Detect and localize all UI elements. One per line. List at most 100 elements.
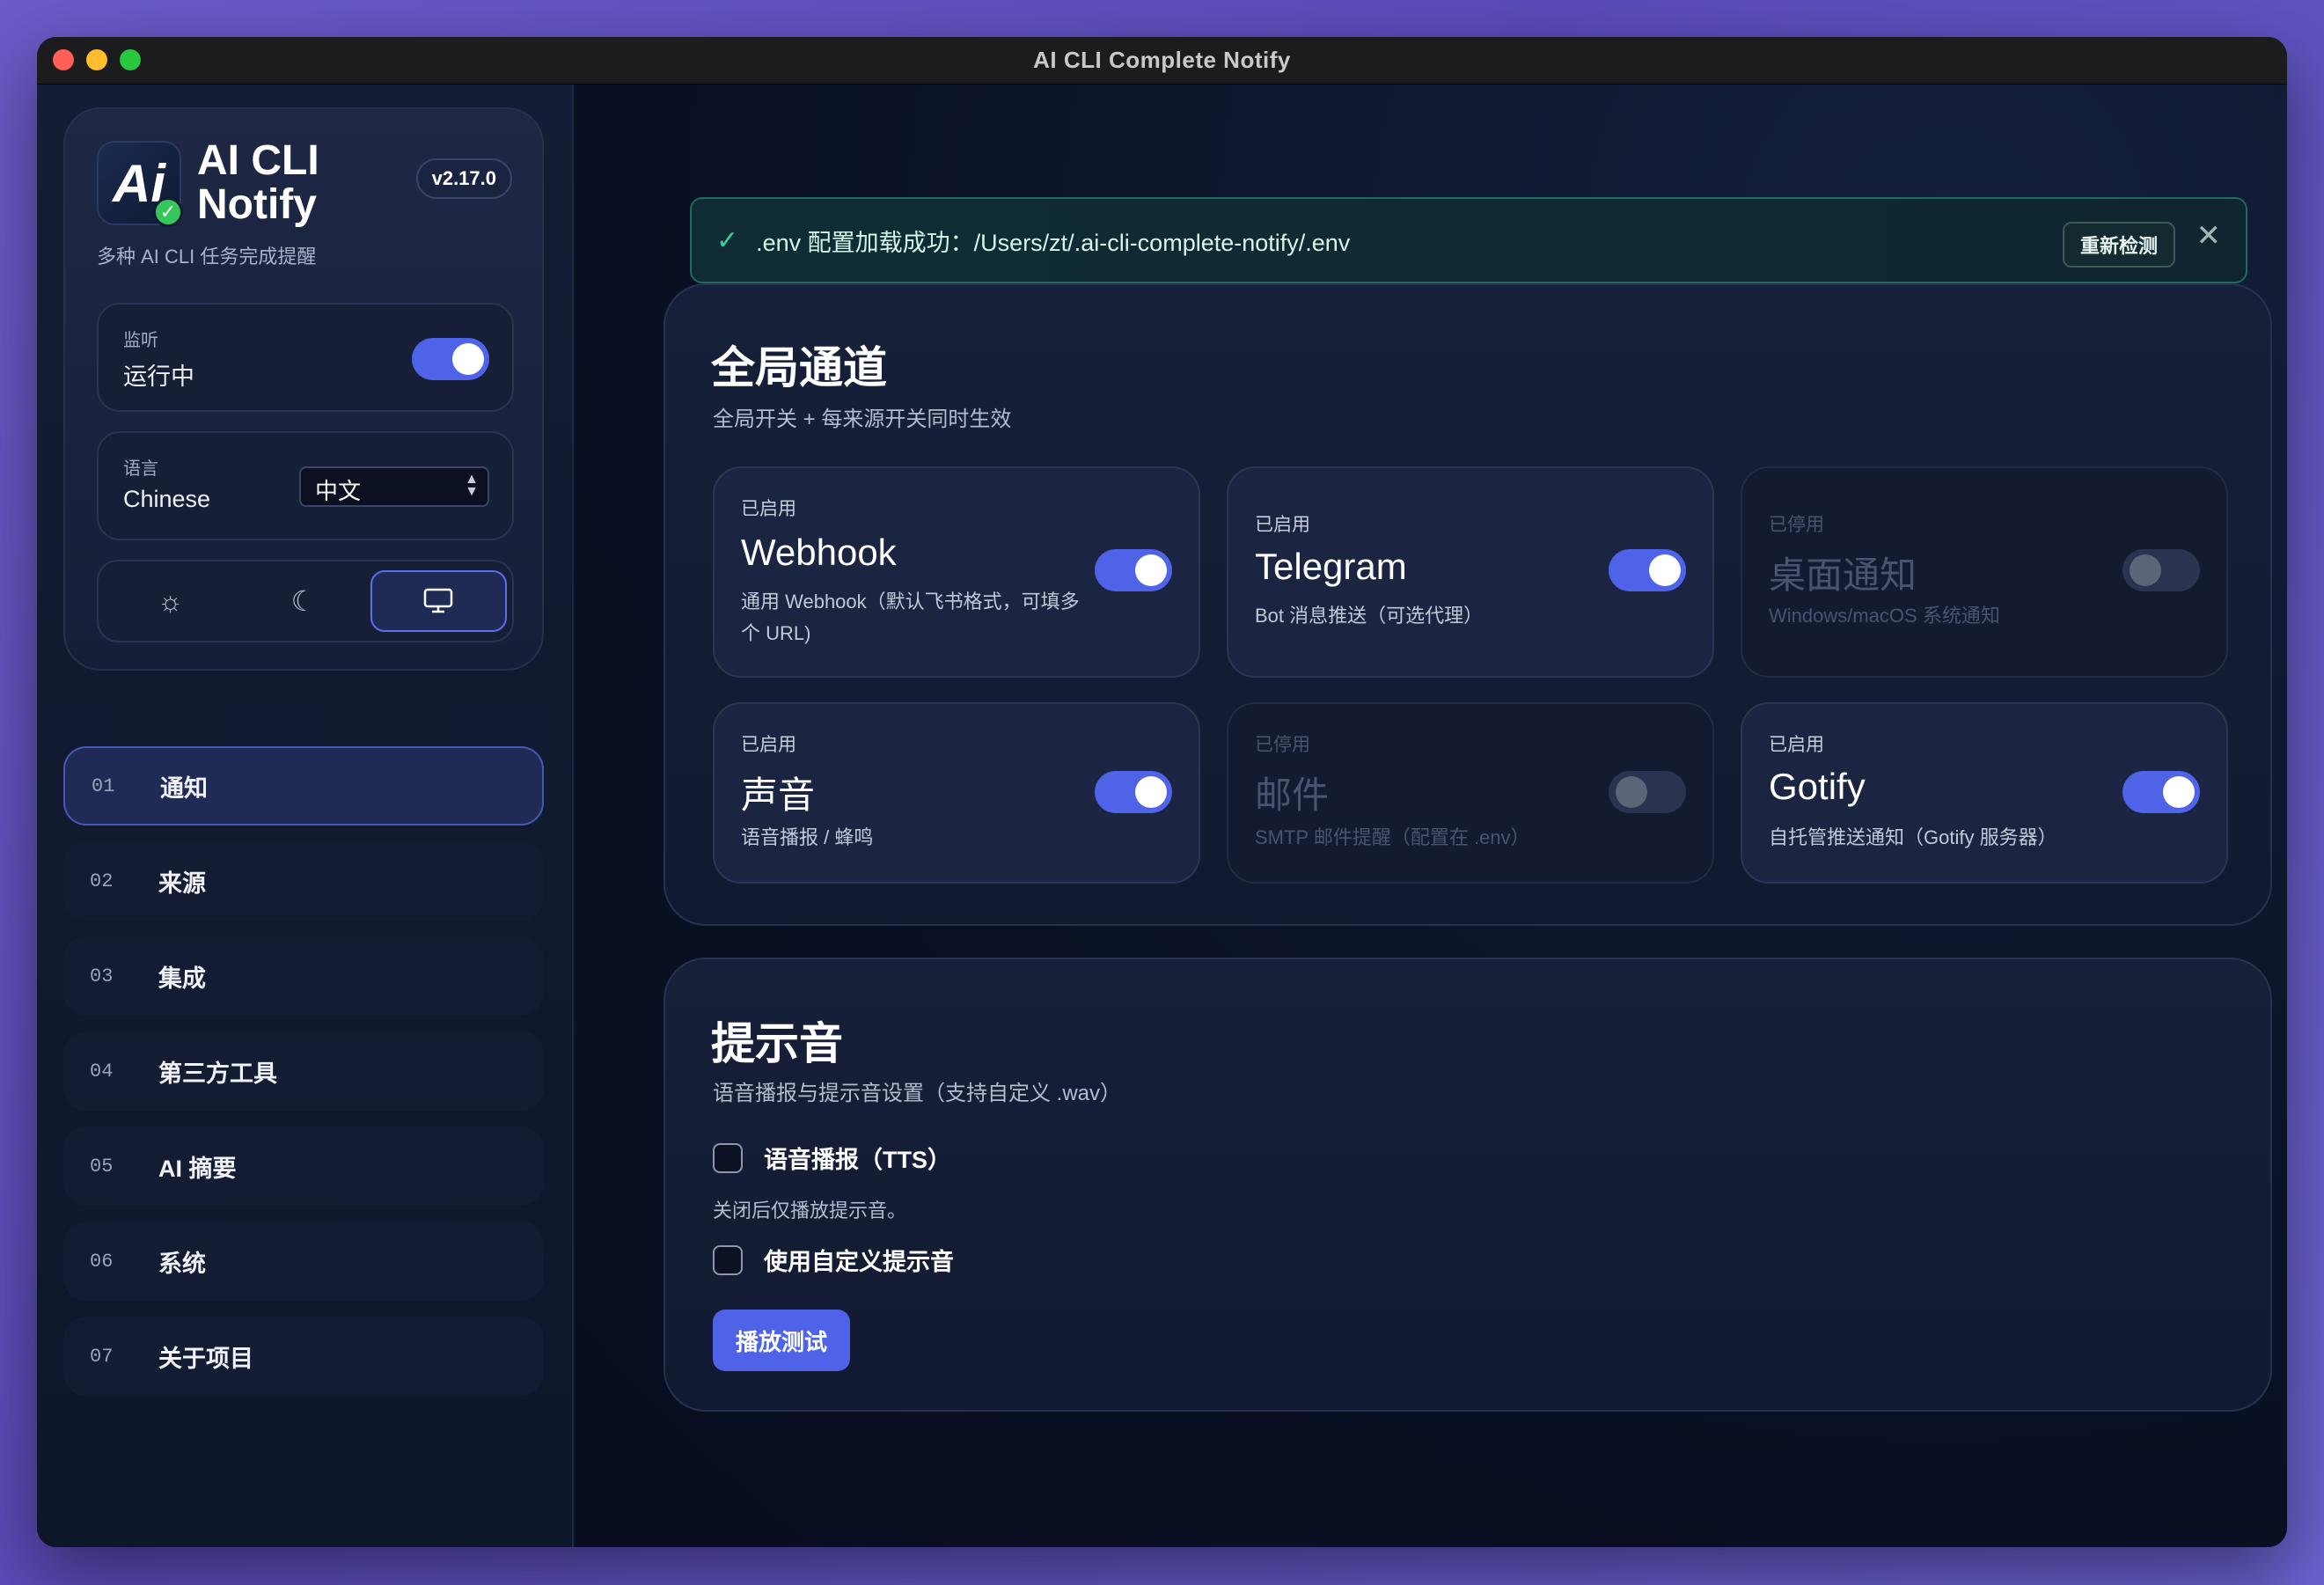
language-select[interactable]: 中文 ▲ ▼ [299,466,489,507]
custom-sound-checkbox[interactable] [713,1244,743,1275]
check-badge-icon: ✓ [153,197,183,227]
sound-toggle[interactable] [1095,771,1172,813]
channel-card-webhook: 已启用 Webhook 通用 Webhook（默认飞书格式，可填多个 URL) [713,466,1200,678]
language-box: 语言 Chinese 中文 ▲ ▼ [97,431,514,540]
channel-name: 邮件 [1255,774,1330,816]
channel-status: 已启用 [741,735,796,755]
nav-number: 05 [90,1155,114,1178]
close-icon[interactable]: ✕ [2196,218,2222,253]
recheck-button[interactable]: 重新检测 [2062,222,2175,268]
nav-item-integrations[interactable]: 03 集成 [63,936,544,1016]
channel-status: 已启用 [741,499,796,519]
channel-name: 声音 [741,774,816,816]
sound-title: 提示音 [711,1019,843,1068]
custom-sound-label: 使用自定义提示音 [764,1249,954,1275]
nav-number: 02 [90,870,114,892]
desktop-toggle[interactable] [2122,549,2200,591]
channel-status: 已启用 [1769,735,1824,755]
language-selected: 中文 [315,478,362,504]
nav-label: 第三方工具 [158,1060,277,1087]
nav-item-system[interactable]: 06 系统 [63,1222,544,1301]
channel-status: 已停用 [1769,515,1824,535]
channel-status: 已停用 [1255,735,1310,755]
toggle-knob [452,343,484,375]
nav-label: 系统 [158,1250,206,1277]
tts-checkbox[interactable] [713,1142,743,1173]
channel-status: 已启用 [1255,515,1310,535]
webhook-toggle[interactable] [1095,549,1172,591]
play-test-button[interactable]: 播放测试 [713,1310,851,1371]
sound-panel: 提示音 语音播报与提示音设置（支持自定义 .wav） 语音播报（TTS） 关闭后… [663,958,2272,1412]
language-value: Chinese [123,486,211,512]
tts-label: 语音播报（TTS） [764,1147,951,1173]
nav-number: 03 [90,965,114,987]
nav-label: AI 摘要 [158,1155,237,1182]
traffic-lights [53,49,141,70]
brand-subtitle: 多种 AI CLI 任务完成提醒 [97,246,317,268]
nav-number: 06 [90,1250,114,1273]
monitor-icon[interactable] [370,570,507,632]
nav-label: 通知 [160,774,208,802]
sidebar-nav: 01 通知 02 来源 03 集成 04 第三方工具 05 AI 摘要 06 系… [63,746,544,1412]
nav-label: 来源 [158,870,206,897]
tts-option[interactable]: 语音播报（TTS） [713,1141,951,1175]
nav-item-about[interactable]: 07 关于项目 [63,1317,544,1396]
window-title: AI CLI Complete Notify [1033,47,1291,73]
main-content: ✓ .env 配置加载成功：/Users/zt/.ai-cli-complete… [576,84,2287,1547]
sidebar: Ai ✓ AI CLI Notify v2.17.0 多种 AI CLI 任务完… [37,84,574,1547]
tts-hint: 关闭后仅播放提示音。 [713,1200,907,1222]
minimize-window-button[interactable] [86,49,107,70]
sound-subtitle: 语音播报与提示音设置（支持自定义 .wav） [713,1082,1122,1105]
global-channels-panel: 全局通道 全局开关 + 每来源开关同时生效 已启用 Webhook 通用 Web… [663,283,2272,926]
nav-item-third-party[interactable]: 04 第三方工具 [63,1031,544,1111]
toggle-knob [2163,776,2195,808]
nav-item-notify[interactable]: 01 通知 [63,746,544,826]
channel-name: Webhook [741,532,897,573]
channel-name: 桌面通知 [1769,554,1917,596]
select-arrows-icon: ▲ ▼ [465,472,479,499]
zoom-window-button[interactable] [120,49,141,70]
title-bar: AI CLI Complete Notify [37,37,2287,84]
nav-number: 04 [90,1060,114,1082]
custom-sound-option[interactable]: 使用自定义提示音 [713,1243,954,1277]
app-logo: Ai ✓ [97,141,183,227]
monitor-box: 监听 运行中 [97,303,514,412]
nav-item-ai-summary[interactable]: 05 AI 摘要 [63,1126,544,1206]
channel-name: Gotify [1769,766,1866,807]
monitor-svg [424,588,453,613]
nav-number: 07 [90,1345,114,1368]
monitor-toggle[interactable] [412,338,489,380]
brand-name: AI CLI Notify [197,137,319,228]
channel-card-telegram: 已启用 Telegram Bot 消息推送（可选代理） [1227,466,1714,678]
email-toggle[interactable] [1609,771,1686,813]
toggle-knob [1135,776,1167,808]
channel-desc: SMTP 邮件提醒（配置在 .env） [1255,826,1530,848]
moon-icon[interactable]: ☾ [237,570,370,632]
brand-card: Ai ✓ AI CLI Notify v2.17.0 多种 AI CLI 任务完… [63,107,544,671]
channel-card-sound: 已启用 声音 语音播报 / 蜂鸣 [713,702,1200,884]
global-channels-title: 全局通道 [711,343,887,393]
nav-label: 集成 [158,965,206,992]
toggle-knob [2130,554,2161,586]
gotify-toggle[interactable] [2122,771,2200,813]
telegram-toggle[interactable] [1609,549,1686,591]
monitor-value: 运行中 [123,363,194,390]
monitor-label: 监听 [123,331,158,350]
nav-number: 01 [92,774,115,797]
channel-card-email: 已停用 邮件 SMTP 邮件提醒（配置在 .env） [1227,702,1714,884]
sun-icon[interactable]: ☼ [104,570,237,632]
toggle-knob [1135,554,1167,586]
channel-card-desktop: 已停用 桌面通知 Windows/macOS 系统通知 [1741,466,2228,678]
channel-desc: Bot 消息推送（可选代理） [1255,605,1484,627]
channel-desc: Windows/macOS 系统通知 [1769,605,2000,627]
nav-item-sources[interactable]: 02 来源 [63,841,544,921]
channel-name: Telegram [1255,546,1407,587]
language-label: 语言 [123,459,158,479]
channel-desc: 语音播报 / 蜂鸣 [741,826,874,848]
channel-card-gotify: 已启用 Gotify 自托管推送通知（Gotify 服务器） [1741,702,2228,884]
toggle-knob [1616,776,1647,808]
theme-switcher: ☼ ☾ [97,560,514,642]
channel-desc: 通用 Webhook（默认飞书格式，可填多个 URL) [741,591,1080,644]
check-icon: ✓ [716,225,739,255]
close-window-button[interactable] [53,49,74,70]
